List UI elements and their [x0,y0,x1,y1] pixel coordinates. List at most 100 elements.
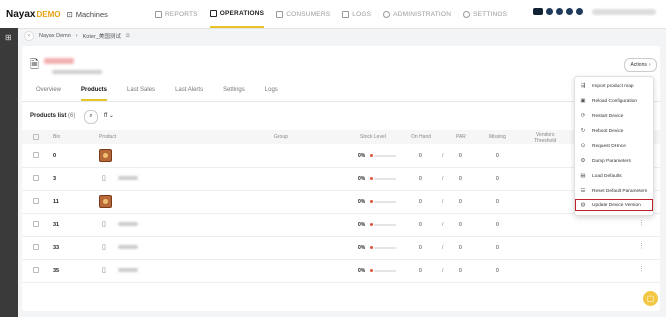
tab-products[interactable]: Products [81,87,108,101]
col-par[interactable]: PAR [456,134,466,140]
bottle-icon: ▯ [102,267,106,274]
menu-update-device-version[interactable]: ◍ Update Device Version [575,199,653,211]
table-row[interactable]: 3 ▯ 0% 0 / 0 0 [22,168,660,191]
on-hand-value: 0 [419,199,422,205]
table-row[interactable]: 33 ▯ 0% 0 / 0 0 ⋮ [22,237,660,260]
col-product[interactable]: Product [99,134,116,140]
breadcrumb-root[interactable]: Nayax Demo [39,33,71,39]
section-label: Machines [75,9,108,19]
nav-operations[interactable]: OPERATIONS [209,0,265,28]
on-hand-value: 0 [419,268,422,274]
dump-icon: ⚙ [580,158,586,164]
menu-import-product-map[interactable]: ⇶ Import product map [575,80,653,92]
menu-reset-default-parameters[interactable]: ☰ Reset Default Parameters [575,185,653,197]
hierarchy-icon[interactable]: ⊞ [5,34,13,42]
stock-status-dot [370,200,373,203]
table-row[interactable]: 11 0% 0 / 0 0 [22,191,660,214]
chevron-down-icon: ⌄ [108,113,114,119]
col-group[interactable]: Group [274,134,288,140]
row-checkbox[interactable] [33,244,39,250]
row-checkbox[interactable] [33,152,39,158]
nav-label: OPERATIONS [219,9,265,17]
bottle-icon: ▯ [102,221,106,228]
update-icon: ◍ [580,202,586,208]
tab-logs[interactable]: Logs [265,87,278,101]
tab-last-sales[interactable]: Last Sales [127,87,155,101]
tab-settings[interactable]: Settings [223,87,245,101]
stock-level-value: 0% [358,153,366,159]
products-title-text: Products list [30,113,67,119]
bottle-icon: ▯ [102,175,106,182]
nav-label: LOGS [352,10,372,18]
nav-administration[interactable]: ADMINISTRATION [383,0,451,28]
col-stock-level[interactable]: Stock Level [360,134,386,140]
filter-dropdown[interactable]: ff ⌄ [104,112,114,119]
tab-last-alerts[interactable]: Last Alerts [175,87,203,101]
separator: / [442,245,444,251]
graduation-cap-icon[interactable] [533,8,543,15]
table-row[interactable]: 35 ▯ 0% 0 / 0 0 ⋮ [22,260,660,283]
product-image [99,149,112,162]
copy-icon[interactable]: ⧉ [126,33,130,40]
nav-reports[interactable]: REPORTS [155,0,198,28]
par-value: 0 [459,199,462,205]
bin-number: 0 [53,153,57,159]
stock-status-dot [370,154,373,157]
tab-overview[interactable]: Overview [36,87,61,101]
back-chevron-icon[interactable]: ‹ [24,31,34,41]
filter-label: ff [104,113,108,119]
section-switcher[interactable]: ⊡ Machines [66,10,107,19]
user-account[interactable] [592,8,656,15]
missing-value: 0 [496,222,499,228]
actions-button[interactable]: Actions › [624,58,657,72]
col-on-hand[interactable]: On Hand [411,134,431,140]
row-menu-icon[interactable]: ⋮ [638,243,645,250]
operations-icon [209,9,217,17]
missing-value: 0 [496,176,499,182]
globe-icon[interactable] [566,8,573,15]
machines-icon: ⊡ [66,9,73,19]
reload-config-icon: ▣ [580,98,586,104]
stock-status-dot [370,246,373,249]
chevron-right-icon: › [648,62,651,68]
col-bin[interactable]: Bin [53,134,60,140]
select-all-checkbox[interactable] [33,134,39,140]
nav-settings[interactable]: SETTINGS [463,0,507,28]
stock-level-bar [374,178,396,180]
help-icon[interactable] [576,8,583,15]
nav-logs[interactable]: LOGS [342,0,371,28]
actions-label: Actions [630,62,647,68]
brand-logo[interactable]: NayaxDEMO [6,9,60,20]
menu-reload-configuration[interactable]: ▣ Reload Configuration [575,95,653,107]
row-checkbox[interactable] [33,175,39,181]
missing-value: 0 [496,245,499,251]
menu-request-dhnce[interactable]: ⊙ Request DHnce [575,140,653,152]
col-missing[interactable]: Missing [489,134,506,140]
row-checkbox[interactable] [33,267,39,273]
table-row[interactable]: 31 ▯ 0% 0 / 0 0 ⋮ [22,214,660,237]
on-hand-value: 0 [419,222,422,228]
row-checkbox[interactable] [33,198,39,204]
menu-load-defaults[interactable]: ▤ Load Defaults [575,170,653,182]
search-icon[interactable] [556,8,563,15]
help-chat-button[interactable]: ▢ [643,291,658,306]
nav-consumers[interactable]: CONSUMERS [276,0,330,28]
user-icon[interactable] [546,8,553,15]
row-checkbox[interactable] [33,221,39,227]
on-hand-value: 0 [419,153,422,159]
row-menu-icon[interactable]: ⋮ [638,266,645,273]
row-menu-icon[interactable]: ⋮ [638,220,645,227]
product-name [118,176,138,180]
table-row[interactable]: 0 0% 0 / 0 0 [22,145,660,168]
menu-restart-device[interactable]: ⟳ Restart Device [575,110,653,122]
product-name [118,222,138,226]
stock-level-value: 0% [358,245,366,251]
reports-icon [155,10,162,18]
menu-reboot-device[interactable]: ↻ Reboot Device [575,125,653,137]
search-button[interactable]: ⌕ [84,110,98,124]
stock-status-dot [370,177,373,180]
bin-number: 31 [53,222,60,228]
menu-dump-parameters[interactable]: ⚙ Dump Parameters [575,155,653,167]
reset-icon: ☰ [580,188,586,194]
stock-level-value: 0% [358,268,366,274]
